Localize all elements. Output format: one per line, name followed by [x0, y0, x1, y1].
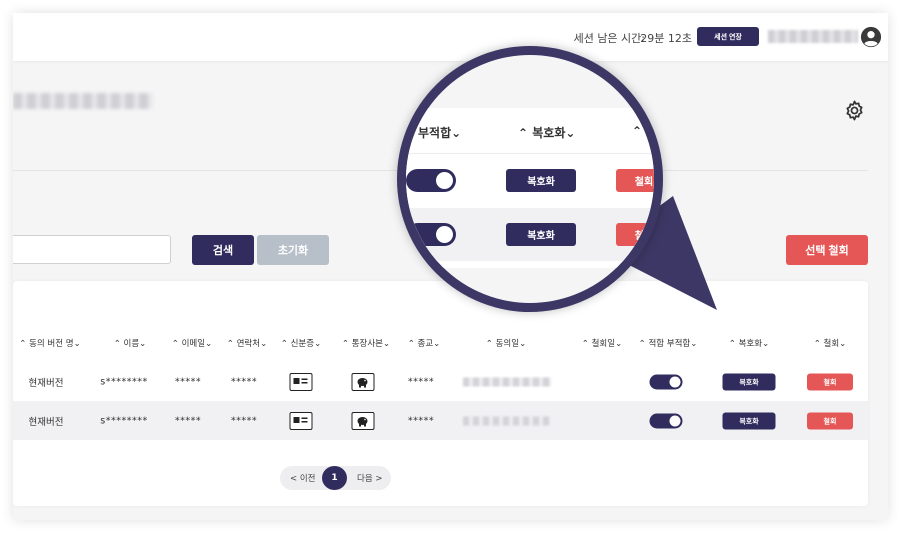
column-header[interactable]: ⌃ 신분증⌄ — [281, 337, 321, 349]
cell-phone: ***** — [230, 415, 258, 427]
suitability-toggle[interactable] — [649, 413, 683, 429]
column-header[interactable]: ⌃ 종교⌄ — [408, 337, 441, 349]
column-header[interactable]: ⌃ 이메일⌄ — [172, 337, 212, 349]
prev-page-link[interactable]: < 이전 — [290, 472, 315, 484]
column-header[interactable]: ⌃ 적합 부적합⌄ — [639, 337, 698, 349]
cell-version: 현재버전 — [28, 417, 64, 428]
cell-email: ***** — [174, 376, 202, 388]
cell-name: s******** — [100, 415, 148, 427]
table-row: 현재버전 s******** ***** ***** ***** 복호화 철회 — [13, 401, 868, 440]
column-header[interactable]: ⌃ 통장사본⌄ — [342, 337, 390, 349]
cell-name: s******** — [100, 376, 148, 388]
reset-button[interactable]: 초기화 — [257, 235, 329, 265]
pagination: < 이전 1 다음 > — [280, 466, 391, 490]
cell-consent-date-redacted — [463, 377, 551, 387]
top-bar: 세션 남은 시간: 29분 12초 세션 연장 — [13, 13, 888, 61]
column-header[interactable]: ⌃ 동의 버전 명⌄ — [19, 337, 80, 349]
cell-consent-date-redacted — [463, 416, 551, 426]
session-time: 29분 12초 — [640, 32, 692, 45]
cell-phone: ***** — [230, 376, 258, 388]
id-card-icon[interactable] — [289, 373, 313, 391]
withdraw-button[interactable]: 철회 — [807, 373, 853, 391]
withdraw-button[interactable]: 철회 — [807, 412, 853, 430]
search-button[interactable]: 검색 — [192, 235, 254, 265]
piggy-bank-icon[interactable] — [351, 373, 375, 391]
app-window: 세션 남은 시간: 29분 12초 세션 연장 검색 초기화 선택 철회 ⌃ 동… — [13, 13, 888, 520]
id-card-icon[interactable] — [289, 412, 313, 430]
column-header[interactable]: ⌃ 철회⌄ — [814, 337, 847, 349]
column-header[interactable]: ⌃ 철회일⌄ — [582, 337, 622, 349]
gear-icon[interactable] — [843, 99, 866, 122]
page-title-redacted — [13, 93, 153, 109]
suitability-toggle[interactable] — [649, 374, 683, 390]
column-header[interactable]: ⌃ 복호화⌄ — [729, 337, 769, 349]
column-header[interactable]: ⌃ 연락처⌄ — [227, 337, 267, 349]
restore-button[interactable]: 복호화 — [722, 373, 776, 391]
cell-religion: ***** — [407, 376, 435, 388]
section-divider — [13, 170, 868, 171]
table-row: 현재버전 s******** ***** ***** ***** 복호화 철회 — [13, 362, 868, 401]
user-name-redacted — [768, 30, 858, 43]
user-icon[interactable] — [860, 26, 882, 48]
extend-session-button[interactable]: 세션 연장 — [697, 27, 759, 46]
cell-email: ***** — [174, 415, 202, 427]
restore-button[interactable]: 복호화 — [722, 412, 776, 430]
column-header[interactable]: ⌃ 동의일⌄ — [486, 337, 526, 349]
search-input[interactable] — [13, 235, 171, 264]
next-page-link[interactable]: 다음 > — [357, 472, 382, 484]
consent-table-panel: ⌃ 동의 버전 명⌄ ⌃ 이름⌄ ⌃ 이메일⌄ ⌃ 연락처⌄ ⌃ 신분증⌄ ⌃ … — [13, 281, 868, 506]
cell-version: 현재버전 — [28, 378, 64, 389]
column-header[interactable]: ⌃ 이름⌄ — [114, 337, 147, 349]
session-label: 세션 남은 시간: — [573, 32, 645, 45]
cell-religion: ***** — [407, 415, 435, 427]
bulk-withdraw-button[interactable]: 선택 철회 — [786, 235, 868, 265]
page-number-current[interactable]: 1 — [322, 466, 347, 490]
piggy-bank-icon[interactable] — [351, 412, 375, 430]
